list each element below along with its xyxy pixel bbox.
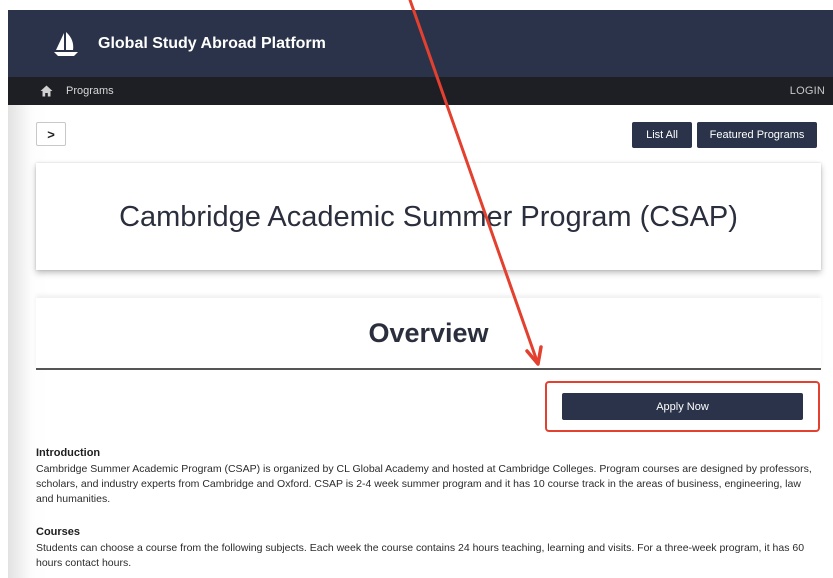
home-icon[interactable] [40,84,54,98]
program-title-card: Cambridge Academic Summer Program (CSAP) [36,163,821,270]
nav-programs-link[interactable]: Programs [66,85,114,97]
top-spacer [0,0,833,10]
site-header: Global Study Abroad Platform [8,10,833,77]
overview-card: Overview [36,298,821,370]
introduction-text: Cambridge Summer Academic Program (CSAP)… [36,463,812,505]
brand-title[interactable]: Global Study Abroad Platform [98,35,326,53]
sidebar-toggle-button[interactable]: > [36,122,66,146]
program-title: Cambridge Academic Summer Program (CSAP) [119,200,738,233]
login-link[interactable]: LOGIN [790,85,825,97]
introduction-heading: Introduction [36,447,101,459]
courses-section: Courses Students can choose a course fro… [36,525,816,571]
courses-text: Students can choose a course from the fo… [36,542,805,569]
overview-heading: Overview [368,317,489,348]
main-navbar: Programs LOGIN [8,77,833,105]
courses-heading: Courses [36,526,81,538]
list-all-button[interactable]: List All [632,122,692,148]
featured-programs-button[interactable]: Featured Programs [697,122,817,148]
introduction-section: Introduction Cambridge Summer Academic P… [36,446,816,507]
sailboat-icon[interactable] [46,24,86,64]
apply-now-button[interactable]: Apply Now [562,393,803,420]
